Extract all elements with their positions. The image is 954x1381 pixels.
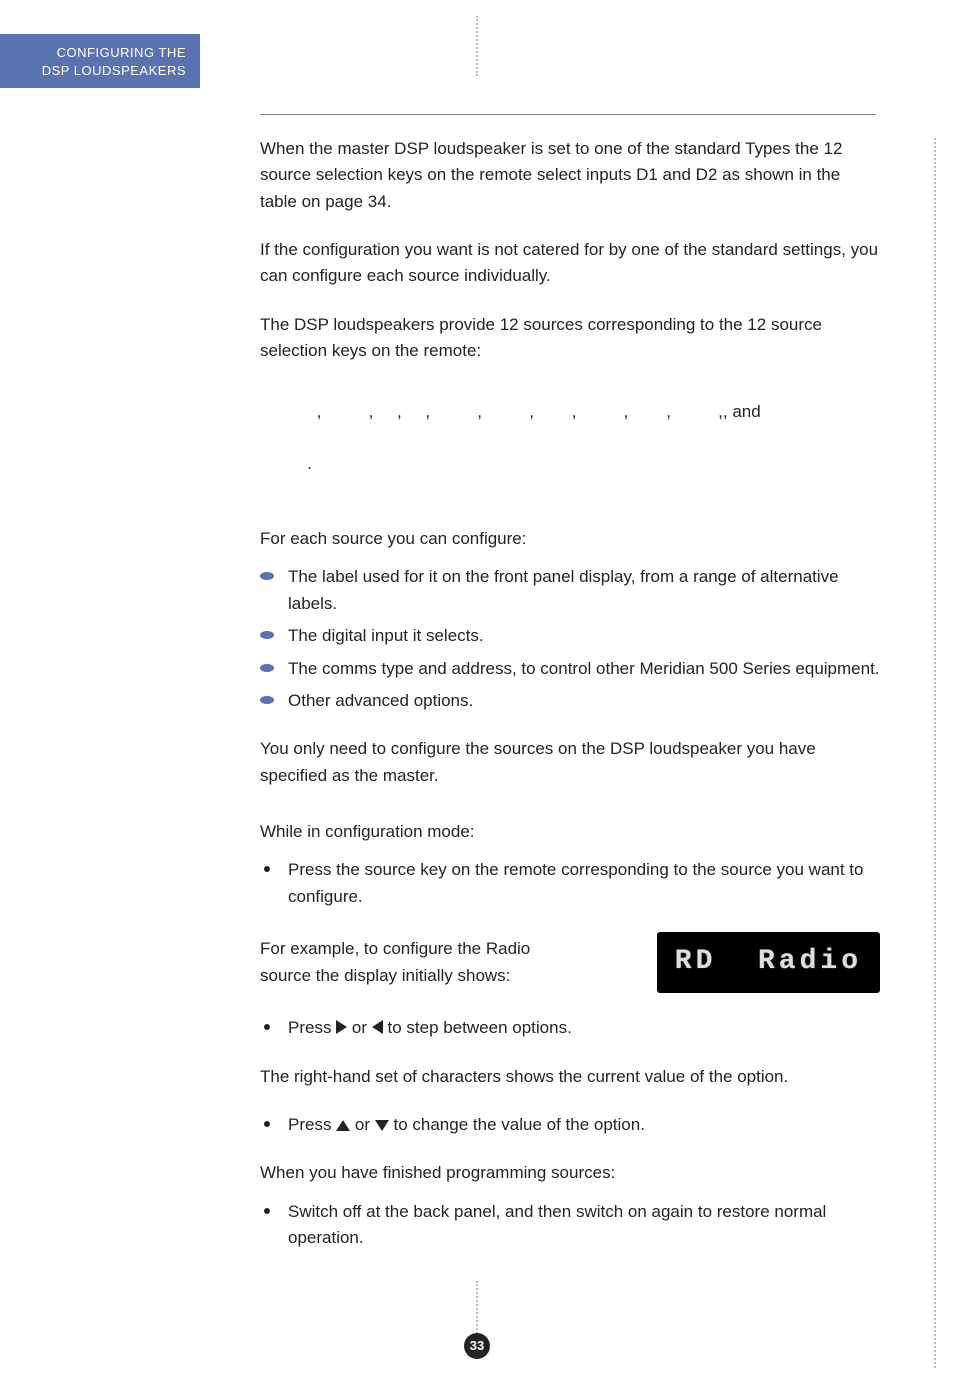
list-item-text: Press the source key on the remote corre… — [288, 860, 864, 905]
down-arrow-icon — [375, 1120, 389, 1131]
list-item: The comms type and address, to control o… — [260, 656, 880, 682]
oval-bullet-icon — [260, 572, 274, 580]
step-list: Press or to step between options. — [260, 1015, 880, 1041]
section-tab-line1: CONFIGURING THE — [0, 44, 186, 62]
oval-bullet-icon — [260, 696, 274, 704]
list-item: Other advanced options. — [260, 688, 880, 714]
bullet-icon — [264, 1121, 270, 1127]
list-item-text: Switch off at the back panel, and then s… — [288, 1202, 826, 1247]
step-text-part: to change the value of the option. — [394, 1115, 645, 1134]
list-item-text: Other advanced options. — [288, 691, 473, 710]
step-text-part: or — [352, 1018, 372, 1037]
page-number: 33 — [0, 1333, 954, 1359]
list-item: Press or to step between options. — [260, 1015, 880, 1041]
step-list: Press the source key on the remote corre… — [260, 857, 880, 910]
body-content: When the master DSP loudspeaker is set t… — [260, 136, 880, 1273]
step-list: Press or to change the value of the opti… — [260, 1112, 880, 1138]
paragraph: When the master DSP loudspeaker is set t… — [260, 136, 880, 215]
list-item: Press the source key on the remote corre… — [260, 857, 880, 910]
list-item: The label used for it on the front panel… — [260, 564, 880, 617]
paragraph: If the configuration you want is not cat… — [260, 237, 880, 290]
remote-keys-line: , , , , , , , , , ,, and . — [260, 372, 880, 504]
list-item-text: The label used for it on the front panel… — [288, 567, 839, 612]
paragraph: For each source you can configure: — [260, 526, 880, 552]
list-item: Switch off at the back panel, and then s… — [260, 1199, 880, 1252]
oval-bullet-icon — [260, 664, 274, 672]
horizontal-rule — [260, 114, 876, 115]
section-tab-line2: DSP LOUDSPEAKERS — [0, 62, 186, 80]
right-arrow-icon — [336, 1020, 347, 1034]
step-text-part: or — [355, 1115, 375, 1134]
bullet-icon — [264, 866, 270, 872]
paragraph: When you have finished programming sourc… — [260, 1160, 880, 1186]
lcd-caption-line1: For example, to configure the Radio — [260, 939, 530, 958]
page: CONFIGURING THE DSP LOUDSPEAKERS When th… — [0, 0, 954, 1381]
list-item: Press or to change the value of the opti… — [260, 1112, 880, 1138]
list-item: The digital input it selects. — [260, 623, 880, 649]
paragraph: While in configuration mode: — [260, 819, 880, 845]
right-dotted-divider — [933, 138, 936, 1368]
remote-keys-dot: . — [288, 454, 312, 473]
paragraph: The DSP loudspeakers provide 12 sources … — [260, 312, 880, 365]
left-arrow-icon — [372, 1020, 383, 1034]
list-item-text: The comms type and address, to control o… — [288, 659, 880, 678]
step-text-part: Press — [288, 1018, 336, 1037]
step-list: Switch off at the back panel, and then s… — [260, 1199, 880, 1252]
top-dotted-divider — [476, 16, 479, 76]
lcd-caption: For example, to configure the Radio sour… — [260, 936, 629, 989]
remote-keys-commas: , , , , , , , , , , — [288, 402, 723, 421]
lcd-caption-line2: source the display initially shows: — [260, 966, 510, 985]
lcd-display: RD Radio — [657, 932, 880, 993]
page-number-badge: 33 — [464, 1333, 490, 1359]
config-bullet-list: The label used for it on the front panel… — [260, 564, 880, 714]
bottom-dotted-divider — [476, 1281, 479, 1341]
remote-keys-tail: , and — [723, 402, 761, 421]
section-tab: CONFIGURING THE DSP LOUDSPEAKERS — [0, 34, 200, 88]
lcd-example-row: For example, to configure the Radio sour… — [260, 932, 880, 993]
paragraph: The right-hand set of characters shows t… — [260, 1064, 880, 1090]
step-text-part: to step between options. — [388, 1018, 572, 1037]
step-text-part: Press — [288, 1115, 336, 1134]
oval-bullet-icon — [260, 631, 274, 639]
up-arrow-icon — [336, 1120, 350, 1131]
bullet-icon — [264, 1024, 270, 1030]
list-item-text: The digital input it selects. — [288, 626, 484, 645]
bullet-icon — [264, 1208, 270, 1214]
paragraph: You only need to configure the sources o… — [260, 736, 880, 789]
